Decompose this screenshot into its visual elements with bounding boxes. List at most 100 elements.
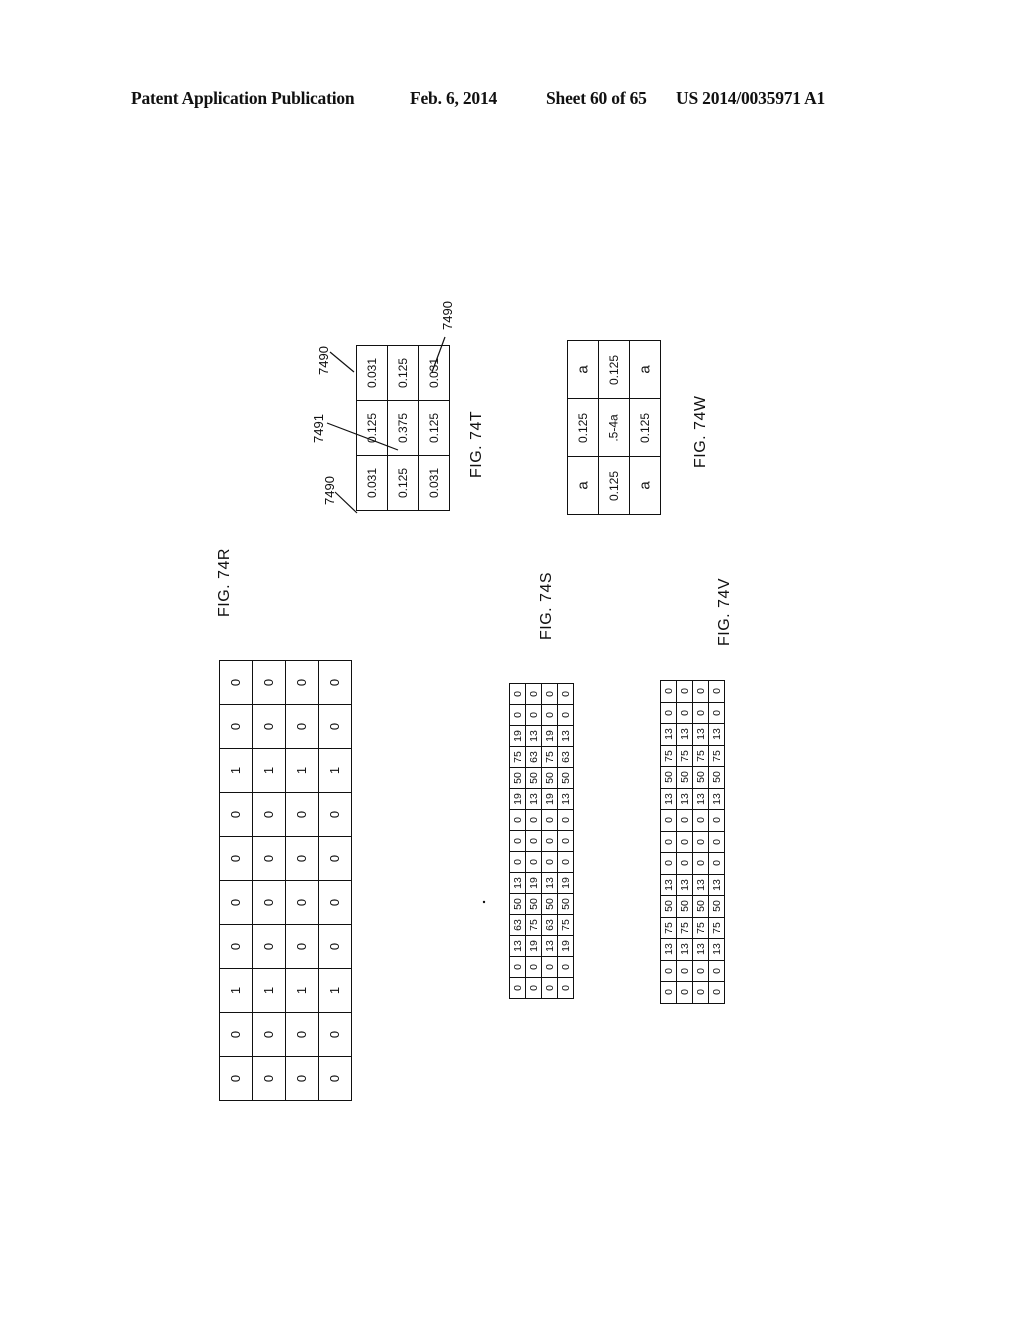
cell-value: 0 xyxy=(511,838,524,844)
cell-value: 19 xyxy=(543,730,556,742)
cell-value: 75 xyxy=(559,919,572,931)
cell-value: 0 xyxy=(327,1074,343,1083)
table-cell: 0 xyxy=(692,680,709,703)
table-cell: 50 xyxy=(557,893,574,915)
table-cell: 1 xyxy=(318,968,352,1013)
cell-value: 0 xyxy=(543,691,556,697)
table-cell: 50 xyxy=(541,767,558,789)
cell-value: 0 xyxy=(543,964,556,970)
fig-74s-table: 0 0 0 0 0 0 0 0 19 13 19 13 75 63 75 63 50 50 50 50 19 13 19 13… xyxy=(509,683,574,999)
cell-value: 19 xyxy=(559,940,572,952)
cell-value: 0 xyxy=(662,709,675,716)
cell-value: 50 xyxy=(678,900,691,913)
table-cell: 0 xyxy=(219,924,253,969)
table-cell: 75 xyxy=(692,916,709,939)
page-header: Patent Application Publication Feb. 6, 2… xyxy=(0,88,1024,118)
table-row: 0000 xyxy=(509,683,574,705)
table-cell: 0 xyxy=(525,830,542,852)
fig-74w-label: FIG. 74W xyxy=(692,395,709,468)
table-row: 19 13 19 13 xyxy=(509,788,574,810)
cell-value: 0 xyxy=(327,942,343,951)
cell-value: 0 xyxy=(678,709,691,716)
cell-value: 0 xyxy=(559,859,572,865)
cell-value: 0 xyxy=(327,810,343,819)
table-cell: 75 xyxy=(541,746,558,768)
cell-value: 0 xyxy=(327,1030,343,1039)
cell-value: 0.125 xyxy=(607,470,622,501)
cell-value: 0.031 xyxy=(427,357,442,389)
table-cell: 0 xyxy=(708,852,725,875)
cell-value: 75 xyxy=(678,921,691,934)
cell-value: 0 xyxy=(511,691,524,697)
cell-value: 75 xyxy=(662,749,675,762)
table-cell: 0 xyxy=(541,977,558,999)
table-cell: 0 xyxy=(557,830,574,852)
table-cell: 0 xyxy=(541,809,558,831)
table-row: 50 50 50 50 xyxy=(509,893,574,915)
cell-value: 0 xyxy=(228,854,244,863)
cell-value: 0 xyxy=(261,898,277,907)
table-row: 63 75 63 75 xyxy=(509,914,574,936)
cell-value: 0.125 xyxy=(427,412,442,444)
table-cell: 0 xyxy=(285,792,319,837)
table-cell: 0 xyxy=(509,809,526,831)
cell-value: 0 xyxy=(678,967,691,974)
table-cell: 0 xyxy=(525,956,542,978)
table-cell: 75 xyxy=(660,744,677,767)
cell-value: 63 xyxy=(527,751,540,763)
cell-value: 0 xyxy=(662,838,675,845)
table-cell: 0 xyxy=(285,924,319,969)
cell-value: 13 xyxy=(662,878,675,891)
table-cell: 0 xyxy=(692,809,709,832)
ref-7490-right: 7490 xyxy=(440,301,455,330)
table-row: 0000 xyxy=(219,880,352,925)
table-row: 0000 xyxy=(660,830,725,853)
cell-value: 75 xyxy=(511,751,524,763)
cell-value: 0 xyxy=(543,817,556,823)
table-cell: 19 xyxy=(509,725,526,747)
cell-value: 0 xyxy=(662,989,675,996)
publication-type: Patent Application Publication xyxy=(131,88,355,108)
cell-value: 63 xyxy=(559,751,572,763)
table-row: 0000 xyxy=(219,836,352,881)
table-cell: 0 xyxy=(285,836,319,881)
cell-value: 13 xyxy=(559,730,572,742)
table-cell: 0.031 xyxy=(355,455,389,511)
table-row: 75 75 75 75 xyxy=(660,744,725,767)
cell-value: 50 xyxy=(511,898,524,910)
cell-value: 50 xyxy=(559,898,572,910)
table-cell: 0 xyxy=(708,959,725,982)
table-cell: 63 xyxy=(509,914,526,936)
cell-value: 0 xyxy=(678,817,691,824)
cell-value: 19 xyxy=(511,730,524,742)
table-cell: 0 xyxy=(219,880,253,925)
cell-value: 13 xyxy=(543,940,556,952)
table-cell: 0 xyxy=(676,809,693,832)
table-cell: 0 xyxy=(509,683,526,705)
fig-74s-label: FIG. 74S xyxy=(538,571,555,640)
table-cell: 13 xyxy=(676,787,693,810)
cell-value: 1 xyxy=(294,766,310,775)
table-row: 0000 xyxy=(219,1056,352,1101)
table-row: 0.125 0.375 0.125 xyxy=(355,400,451,456)
table-cell: 0 xyxy=(708,809,725,832)
cell-value: 0 xyxy=(228,810,244,819)
cell-value: 50 xyxy=(527,898,540,910)
cell-value: 0 xyxy=(261,1030,277,1039)
table-cell: 0 xyxy=(541,683,558,705)
cell-value: 13 xyxy=(694,728,707,741)
table-cell: 50 xyxy=(676,766,693,789)
cell-value: 75 xyxy=(527,919,540,931)
table-cell: 19 xyxy=(557,935,574,957)
table-row: 13 13 13 13 xyxy=(660,723,725,746)
cell-value: 75 xyxy=(710,749,723,762)
table-row: 0000 xyxy=(660,959,725,982)
table-cell: a xyxy=(629,456,662,515)
cell-value: 0.125 xyxy=(638,412,653,443)
table-cell: 0 xyxy=(509,704,526,726)
table-row: 0000 xyxy=(660,852,725,875)
cell-value: 0 xyxy=(662,860,675,867)
cell-value: 0 xyxy=(327,678,343,687)
table-cell: 0 xyxy=(692,959,709,982)
table-cell: 0.125 xyxy=(418,400,451,456)
